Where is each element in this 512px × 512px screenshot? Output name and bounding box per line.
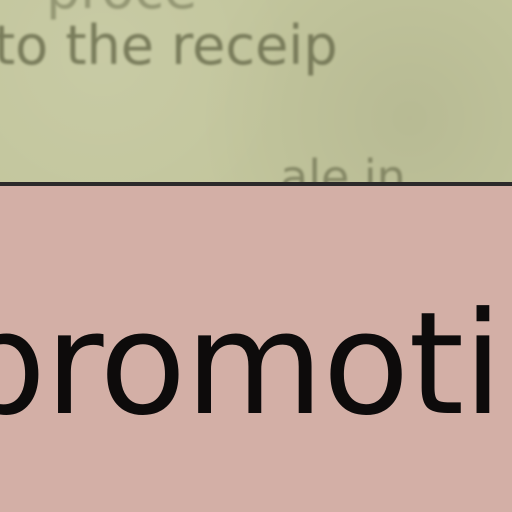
paper-text-line-2: to the receip [0, 14, 338, 77]
large-word: promotin [0, 282, 512, 447]
pink-text-panel: promotin [0, 186, 512, 512]
paper-text-line-3: ale in [280, 150, 406, 182]
screenshot-frame: proce to the receip ale in promotin [0, 0, 512, 512]
scanned-paper-region: proce to the receip ale in [0, 0, 512, 182]
